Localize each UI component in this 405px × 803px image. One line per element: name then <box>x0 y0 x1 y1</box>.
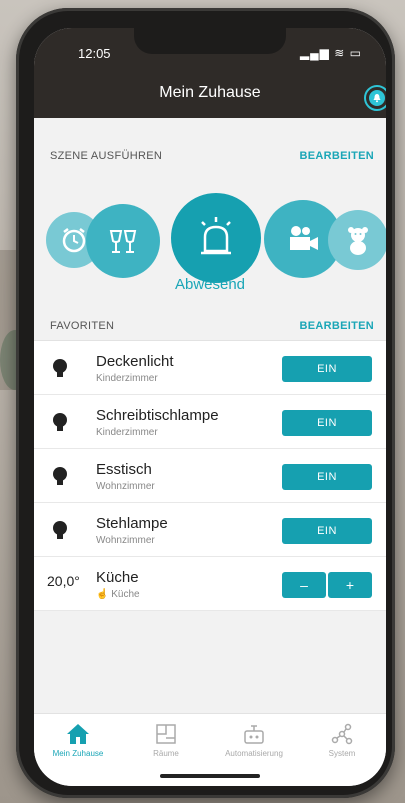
tab-label: Mein Zuhause <box>52 749 104 758</box>
favorites-heading: FAVORITEN <box>50 320 115 332</box>
device-room: Kinderzimmer <box>96 427 158 438</box>
wine-glasses-icon <box>109 230 137 253</box>
favorites-list: Deckenlicht Kinderzimmer EIN Schreibtisc… <box>34 340 386 611</box>
tab-label: Automatisierung <box>225 749 283 758</box>
tab-label: Räume <box>153 749 179 758</box>
favorites-edit-link[interactable]: BEARBEITEN <box>299 320 374 332</box>
status-icons: ▂▄▆ ≋ ▭ <box>300 46 362 60</box>
scene-away-active[interactable] <box>168 190 264 286</box>
on-button[interactable]: EIN <box>282 464 372 490</box>
favorite-row-esstisch: Esstisch Wohnzimmer EIN <box>34 449 386 503</box>
scene-celebration[interactable] <box>86 204 160 278</box>
bottom-tab-bar: Mein Zuhause Räume Automatisierung Syste… <box>34 713 386 786</box>
on-button[interactable]: EIN <box>282 356 372 382</box>
phone-screen: 12:05 ▂▄▆ ≋ ▭ Mein Zuhause SZENE AUSFÜHR… <box>34 28 386 786</box>
scene-kids[interactable] <box>328 210 386 270</box>
robot-icon <box>244 725 264 744</box>
active-scene-label: Abwesend <box>174 276 246 293</box>
device-room: Wohnzimmer <box>96 481 155 492</box>
wifi-icon: ≋ <box>334 46 346 60</box>
device-room: Kinderzimmer <box>96 373 158 384</box>
decrease-temp-button[interactable]: – <box>282 572 326 598</box>
temperature-value: 20,0° <box>47 573 80 589</box>
device-name: Deckenlicht <box>96 353 174 370</box>
increase-temp-button[interactable]: + <box>328 572 372 598</box>
on-button[interactable]: EIN <box>282 518 372 544</box>
device-room: Wohnzimmer <box>96 535 155 546</box>
light-bulb-icon <box>53 467 67 485</box>
network-icon <box>331 723 353 745</box>
teddy-bear-icon <box>348 227 368 255</box>
siren-icon <box>201 217 231 255</box>
tab-label: System <box>328 749 356 758</box>
battery-icon: ▭ <box>349 46 362 60</box>
tab-automatisierung[interactable]: Automatisierung <box>210 722 298 758</box>
device-name: Schreibtischlampe <box>96 407 219 424</box>
tab-raeume[interactable]: Räume <box>122 722 210 758</box>
tab-system[interactable]: System <box>298 722 386 758</box>
light-bulb-icon <box>53 413 67 431</box>
light-bulb-icon <box>53 521 67 539</box>
favorites-header: FAVORITEN BEARBEITEN <box>50 320 374 334</box>
status-time: 12:05 <box>78 46 111 61</box>
app-header: 12:05 ▂▄▆ ≋ ▭ Mein Zuhause <box>34 28 386 118</box>
floorplan-icon <box>156 724 176 744</box>
device-name: Stehlampe <box>96 515 168 532</box>
device-room-label: Küche <box>111 589 140 600</box>
light-bulb-icon <box>53 359 67 377</box>
on-button[interactable]: EIN <box>282 410 372 436</box>
device-name: Küche <box>96 569 139 586</box>
bell-icon <box>369 90 385 106</box>
video-camera-icon <box>290 226 318 250</box>
home-indicator <box>160 774 260 778</box>
favorite-row-deckenlicht: Deckenlicht Kinderzimmer EIN <box>34 341 386 395</box>
notifications-button[interactable] <box>364 85 386 111</box>
tab-mein-zuhause[interactable]: Mein Zuhause <box>34 722 122 758</box>
phone-notch <box>134 28 286 54</box>
favorite-row-schreibtischlampe: Schreibtischlampe Kinderzimmer EIN <box>34 395 386 449</box>
favorite-row-thermostat: 20,0° Küche ☝ Küche – + <box>34 557 386 611</box>
phone-frame: 12:05 ▂▄▆ ≋ ▭ Mein Zuhause SZENE AUSFÜHR… <box>16 8 395 798</box>
scenes-edit-link[interactable]: BEARBEITEN <box>299 150 374 162</box>
hand-icon: ☝ <box>96 589 112 600</box>
signal-icon: ▂▄▆ <box>299 46 330 60</box>
page-title: Mein Zuhause <box>159 84 261 101</box>
scenes-header: SZENE AUSFÜHREN BEARBEITEN <box>50 150 374 164</box>
device-name: Esstisch <box>96 461 152 478</box>
home-icon <box>67 724 89 744</box>
favorite-row-stehlampe: Stehlampe Wohnzimmer EIN <box>34 503 386 557</box>
scenes-heading: SZENE AUSFÜHREN <box>50 150 163 162</box>
device-room: ☝ Küche <box>96 589 140 600</box>
